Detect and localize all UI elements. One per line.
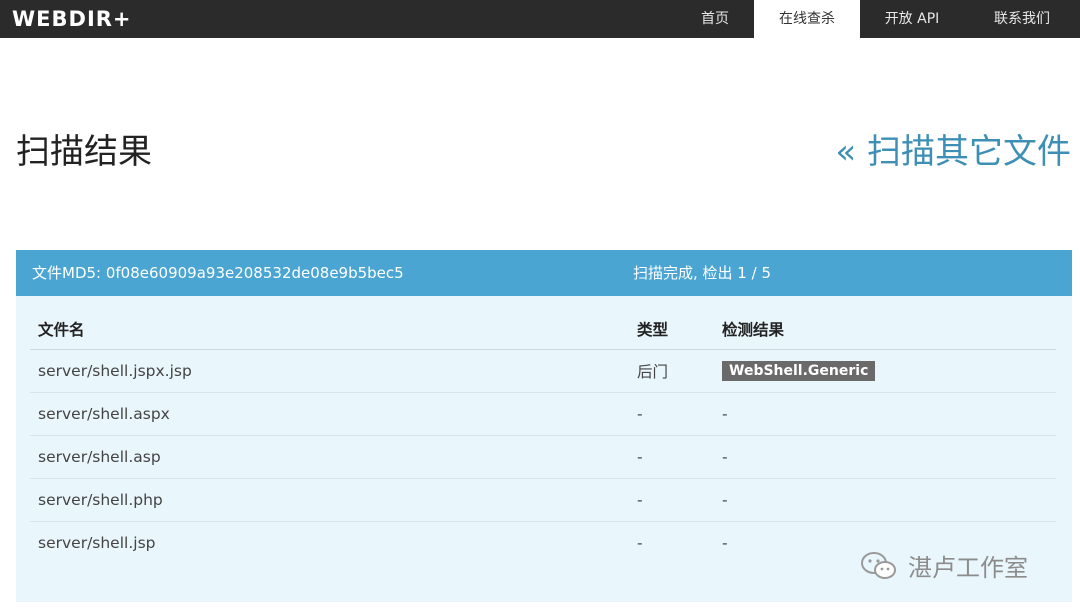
table-row: server/shell.jspx.jsp 后门 WebShell.Generi… bbox=[30, 349, 1056, 393]
nav-item-open-api[interactable]: 开放 API bbox=[860, 0, 964, 38]
table-header-row: 文件名 类型 检测结果 bbox=[30, 308, 1056, 350]
row-filename: server/shell.asp bbox=[30, 435, 629, 479]
file-md5: 文件MD5: 0f08e60909a93e208532de08e9b5bec5 bbox=[32, 264, 404, 282]
row-type: - bbox=[629, 435, 714, 479]
nav-item-contact[interactable]: 联系我们 bbox=[964, 0, 1080, 38]
row-type: - bbox=[629, 392, 714, 436]
row-filename: server/shell.jsp bbox=[38, 534, 156, 552]
top-navbar: WEBDIR+ 首页 在线查杀 开放 API 联系我们 bbox=[0, 0, 1080, 38]
results-table: 文件名 类型 检测结果 server/shell.jspx.jsp 后门 Web… bbox=[30, 308, 1056, 564]
detection-badge: WebShell.Generic bbox=[722, 361, 876, 381]
row-result: - bbox=[714, 435, 1056, 479]
nav-item-online-scan[interactable]: 在线查杀 bbox=[754, 0, 860, 38]
row-filename: server/shell.php bbox=[30, 478, 629, 522]
row-type: 后门 bbox=[629, 349, 714, 393]
row-result: - bbox=[714, 392, 1056, 436]
nav-menu: 首页 在线查杀 开放 API 联系我们 bbox=[676, 0, 1080, 38]
watermark-text: 湛卢工作室 bbox=[908, 554, 1028, 582]
row-result: WebShell.Generic bbox=[714, 349, 1056, 393]
scan-status: 扫描完成, 检出 1 / 5 bbox=[633, 264, 771, 282]
wechat-icon bbox=[861, 551, 896, 579]
scan-other-files-link[interactable]: « 扫描其它文件 bbox=[835, 124, 1071, 173]
column-header-filename: 文件名 bbox=[30, 308, 629, 350]
row-result: - bbox=[714, 478, 1056, 522]
panel-header: 文件MD5: 0f08e60909a93e208532de08e9b5bec5 … bbox=[16, 250, 1072, 296]
page-title: 扫描结果 bbox=[16, 132, 152, 172]
nav-item-home[interactable]: 首页 bbox=[676, 0, 754, 38]
brand-logo[interactable]: WEBDIR+ bbox=[12, 0, 132, 38]
column-header-type: 类型 bbox=[629, 308, 714, 350]
table-row: server/shell.aspx - - bbox=[30, 392, 1056, 436]
row-filename: server/shell.jspx.jsp bbox=[30, 349, 629, 393]
watermark: 湛卢工作室 bbox=[860, 548, 1028, 583]
column-header-result: 检测结果 bbox=[714, 308, 1056, 350]
table-row: server/shell.php - - bbox=[30, 478, 1056, 522]
row-filename: server/shell.aspx bbox=[30, 392, 629, 436]
table-row: server/shell.asp - - bbox=[30, 435, 1056, 479]
row-type: - bbox=[629, 478, 714, 522]
row-type: - bbox=[637, 534, 643, 552]
